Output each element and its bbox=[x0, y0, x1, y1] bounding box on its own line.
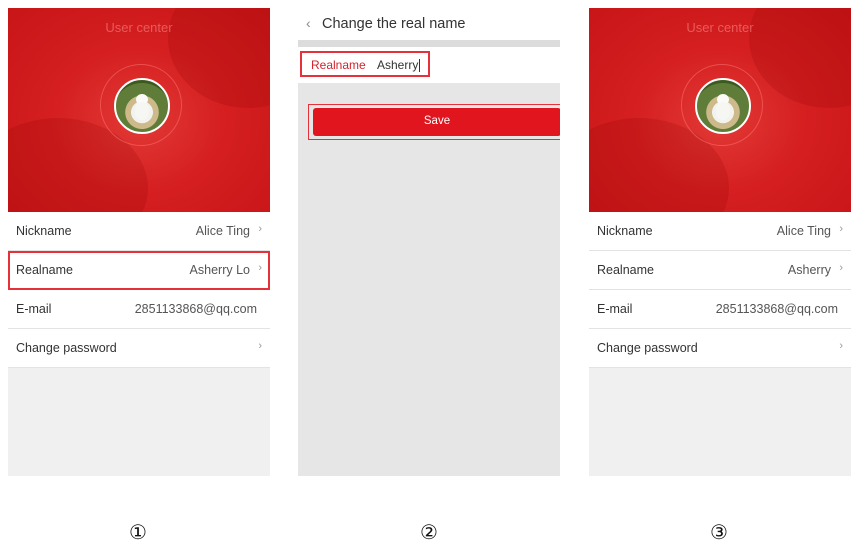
change-password-label: Change password bbox=[16, 341, 117, 355]
realname-row[interactable]: Realname Asherry › bbox=[589, 251, 851, 290]
email-row: E-mail 2851133868@qq.com bbox=[589, 290, 851, 329]
realname-label: Realname bbox=[16, 263, 73, 277]
nickname-row[interactable]: Nickname Alice Ting › bbox=[8, 212, 270, 251]
step-label-2: ② bbox=[420, 520, 438, 544]
page-title: User center bbox=[686, 20, 754, 35]
divider bbox=[298, 40, 560, 47]
email-row: E-mail 2851133868@qq.com bbox=[8, 290, 270, 329]
change-password-label: Change password bbox=[597, 341, 698, 355]
nickname-value: Alice Ting bbox=[776, 224, 831, 238]
text-caret bbox=[419, 59, 421, 73]
chevron-right-icon: › bbox=[839, 340, 843, 352]
profile-header: User center bbox=[8, 8, 270, 212]
change-password-row[interactable]: Change password › bbox=[589, 329, 851, 368]
user-center-screen-1: User center Nickname Alice Ting › Realna… bbox=[8, 8, 270, 476]
profile-list: Nickname Alice Ting › Realname Asherry ›… bbox=[589, 212, 851, 368]
realname-field[interactable]: Realname Asherry bbox=[300, 51, 430, 77]
page-title: Change the real name bbox=[322, 16, 466, 32]
save-button[interactable]: Save bbox=[313, 108, 560, 136]
realname-label: Realname bbox=[597, 263, 654, 277]
chevron-right-icon: › bbox=[258, 223, 262, 235]
email-value: 2851133868@qq.com bbox=[715, 302, 838, 316]
back-icon[interactable]: ‹ bbox=[306, 15, 311, 31]
realname-input-value: Asherry bbox=[377, 58, 419, 72]
chevron-right-icon: › bbox=[839, 223, 843, 235]
chevron-right-icon: › bbox=[839, 262, 843, 274]
profile-header: User center bbox=[589, 8, 851, 212]
profile-list: Nickname Alice Ting › Realname Asherry L… bbox=[8, 212, 270, 368]
nickname-label: Nickname bbox=[16, 224, 72, 238]
nickname-value: Alice Ting bbox=[195, 224, 250, 238]
email-value: 2851133868@qq.com bbox=[134, 302, 257, 316]
chevron-right-icon: › bbox=[258, 262, 262, 274]
realname-field-label: Realname bbox=[311, 58, 366, 72]
change-password-row[interactable]: Change password › bbox=[8, 329, 270, 368]
email-label: E-mail bbox=[16, 302, 52, 316]
avatar[interactable] bbox=[114, 78, 170, 134]
save-button-highlight: Save bbox=[308, 104, 560, 140]
realname-input-row: Realname Asherry bbox=[298, 47, 560, 83]
email-label: E-mail bbox=[597, 302, 633, 316]
realname-value: Asherry bbox=[787, 263, 831, 277]
chevron-right-icon: › bbox=[258, 340, 262, 352]
realname-value: Asherry Lo bbox=[189, 263, 250, 277]
nickname-label: Nickname bbox=[597, 224, 653, 238]
realname-input[interactable]: Asherry bbox=[377, 58, 421, 73]
page-title: User center bbox=[105, 20, 173, 35]
change-realname-screen: ‹ Change the real name Realname Asherry … bbox=[298, 8, 560, 476]
nav-bar: ‹ Change the real name bbox=[298, 8, 560, 40]
step-label-1: ① bbox=[129, 520, 147, 544]
user-center-screen-3: User center Nickname Alice Ting › Realna… bbox=[589, 8, 851, 476]
nickname-row[interactable]: Nickname Alice Ting › bbox=[589, 212, 851, 251]
realname-row[interactable]: Realname Asherry Lo › bbox=[8, 251, 270, 290]
avatar[interactable] bbox=[695, 78, 751, 134]
step-label-3: ③ bbox=[710, 520, 728, 544]
